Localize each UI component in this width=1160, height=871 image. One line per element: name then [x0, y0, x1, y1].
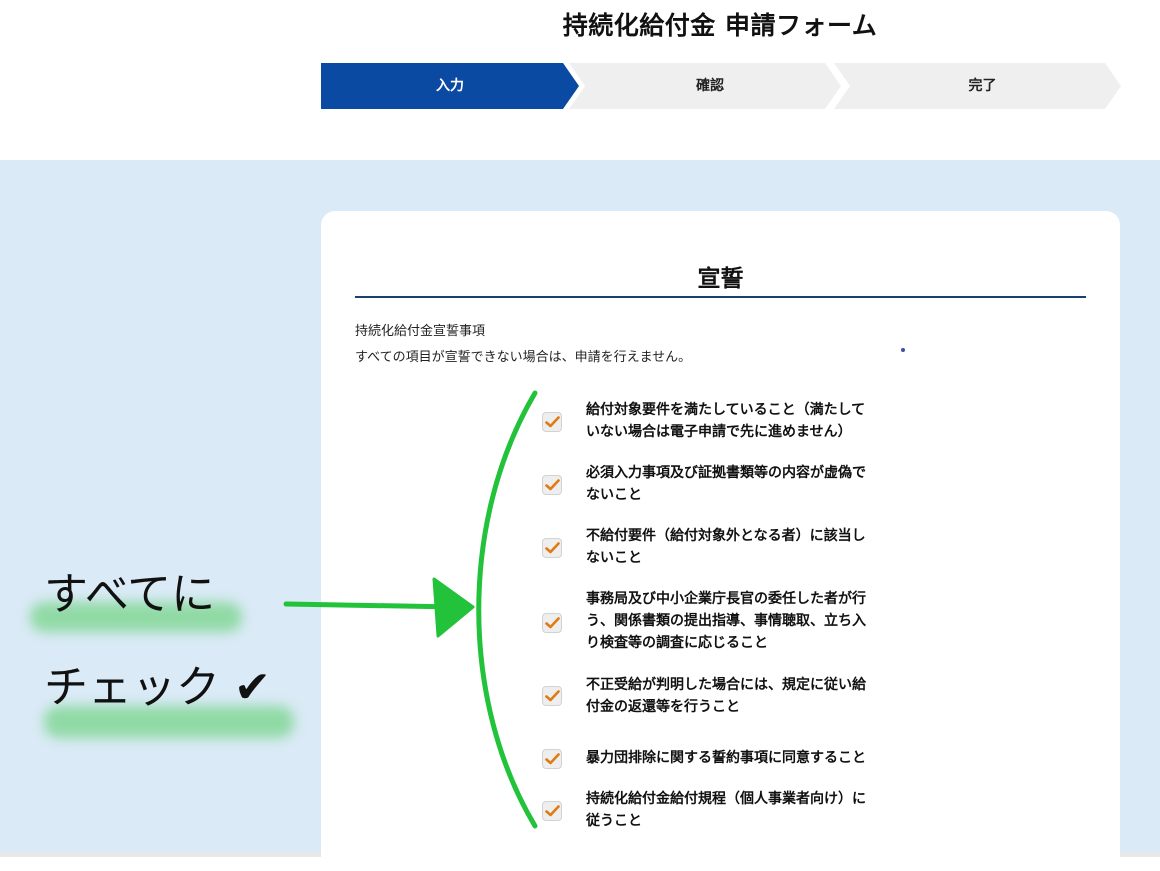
- checkbox[interactable]: [542, 613, 562, 633]
- checklist-line: 持続化給付金給付規程（個人事業者向け）に: [586, 791, 866, 807]
- checklist-line: う、関係書類の提出指導、事情聴取、立ち入: [586, 613, 866, 629]
- checkbox[interactable]: [542, 412, 562, 432]
- checkbox[interactable]: [542, 475, 562, 495]
- step-label: 完了: [968, 78, 997, 94]
- checklist-line: 不正受給が判明した場合には、規定に従い給: [586, 677, 866, 693]
- checklist-item-text: 給付対象要件を満たしていること（満たして いない場合は電子申請で先に進めません）: [586, 399, 898, 443]
- checklist-item-text: 暴力団排除に関する誓約事項に同意すること: [586, 747, 898, 769]
- step-label: 確認: [696, 78, 724, 94]
- checklist-line: 給付対象要件を満たしていること（満たして: [586, 402, 866, 418]
- checklist-line: 不給付要件（給付対象外となる者）に該当し: [586, 528, 866, 544]
- checklist-line: いない場合は電子申請で先に進めません）: [586, 424, 852, 440]
- checkmark-icon: [545, 617, 560, 629]
- oath-checklist: 給付対象要件を満たしていること（満たして いない場合は電子申請で先に進めません）…: [540, 397, 900, 829]
- section-title: 宣誓: [697, 266, 744, 292]
- checkmark-icon: [545, 542, 560, 554]
- checkmark-icon: [545, 753, 560, 765]
- checklist-line: 事務局及び中小企業庁長官の委任した者が行: [586, 591, 866, 607]
- checklist-line: ないこと: [586, 487, 642, 503]
- checklist-item-text: 不給付要件（給付対象外となる者）に該当し ないこと: [586, 525, 898, 569]
- title-divider: [355, 296, 1086, 298]
- header: 持続化給付金 申請フォーム 入力 確認 完了: [0, 0, 1160, 160]
- checkbox[interactable]: [542, 749, 562, 769]
- checklist-line: り検査等の調査に応じること: [586, 635, 768, 651]
- checklist-line: 暴力団排除に関する誓約事項に同意すること: [586, 750, 866, 766]
- checklist-item-text: 持続化給付金給付規程（個人事業者向け）に 従うこと: [586, 788, 898, 832]
- checkbox[interactable]: [542, 538, 562, 558]
- page-title: 持続化給付金 申請フォーム: [562, 11, 878, 40]
- oath-heading: 持続化給付金宣誓事項: [355, 324, 486, 339]
- checklist-item-text: 事務局及び中小企業庁長官の委任した者が行 う、関係書類の提出指導、事情聴取、立ち…: [586, 588, 898, 654]
- step-label: 入力: [436, 78, 464, 94]
- checklist-item-text: 不正受給が判明した場合には、規定に従い給 付金の返還等を行うこと: [586, 674, 898, 718]
- oath-notice: すべての項目が宣誓できない場合は、申請を行えません。: [355, 350, 692, 365]
- step-input: 入力: [321, 63, 579, 109]
- checklist-line: ないこと: [586, 550, 642, 566]
- checkbox[interactable]: [542, 686, 562, 706]
- checkmark-icon: [545, 690, 560, 702]
- progress-steps: 入力 確認 完了: [321, 63, 1121, 109]
- dot-marker: [901, 348, 905, 352]
- checklist-line: 必須入力事項及び証拠書類等の内容が虚偽で: [586, 465, 866, 481]
- step-confirm: 確認: [569, 63, 841, 109]
- checklist-line: 従うこと: [586, 813, 642, 829]
- checkmark-icon: [545, 416, 560, 428]
- checkmark-icon: [545, 805, 560, 817]
- checkmark-icon: [545, 479, 560, 491]
- checklist-item-text: 必須入力事項及び証拠書類等の内容が虚偽で ないこと: [586, 462, 898, 506]
- step-complete: 完了: [834, 63, 1121, 109]
- oath-card: 宣誓 持続化給付金宣誓事項 すべての項目が宣誓できない場合は、申請を行えません。…: [321, 211, 1120, 871]
- checklist-line: 付金の返還等を行うこと: [586, 699, 740, 715]
- checkbox[interactable]: [542, 801, 562, 821]
